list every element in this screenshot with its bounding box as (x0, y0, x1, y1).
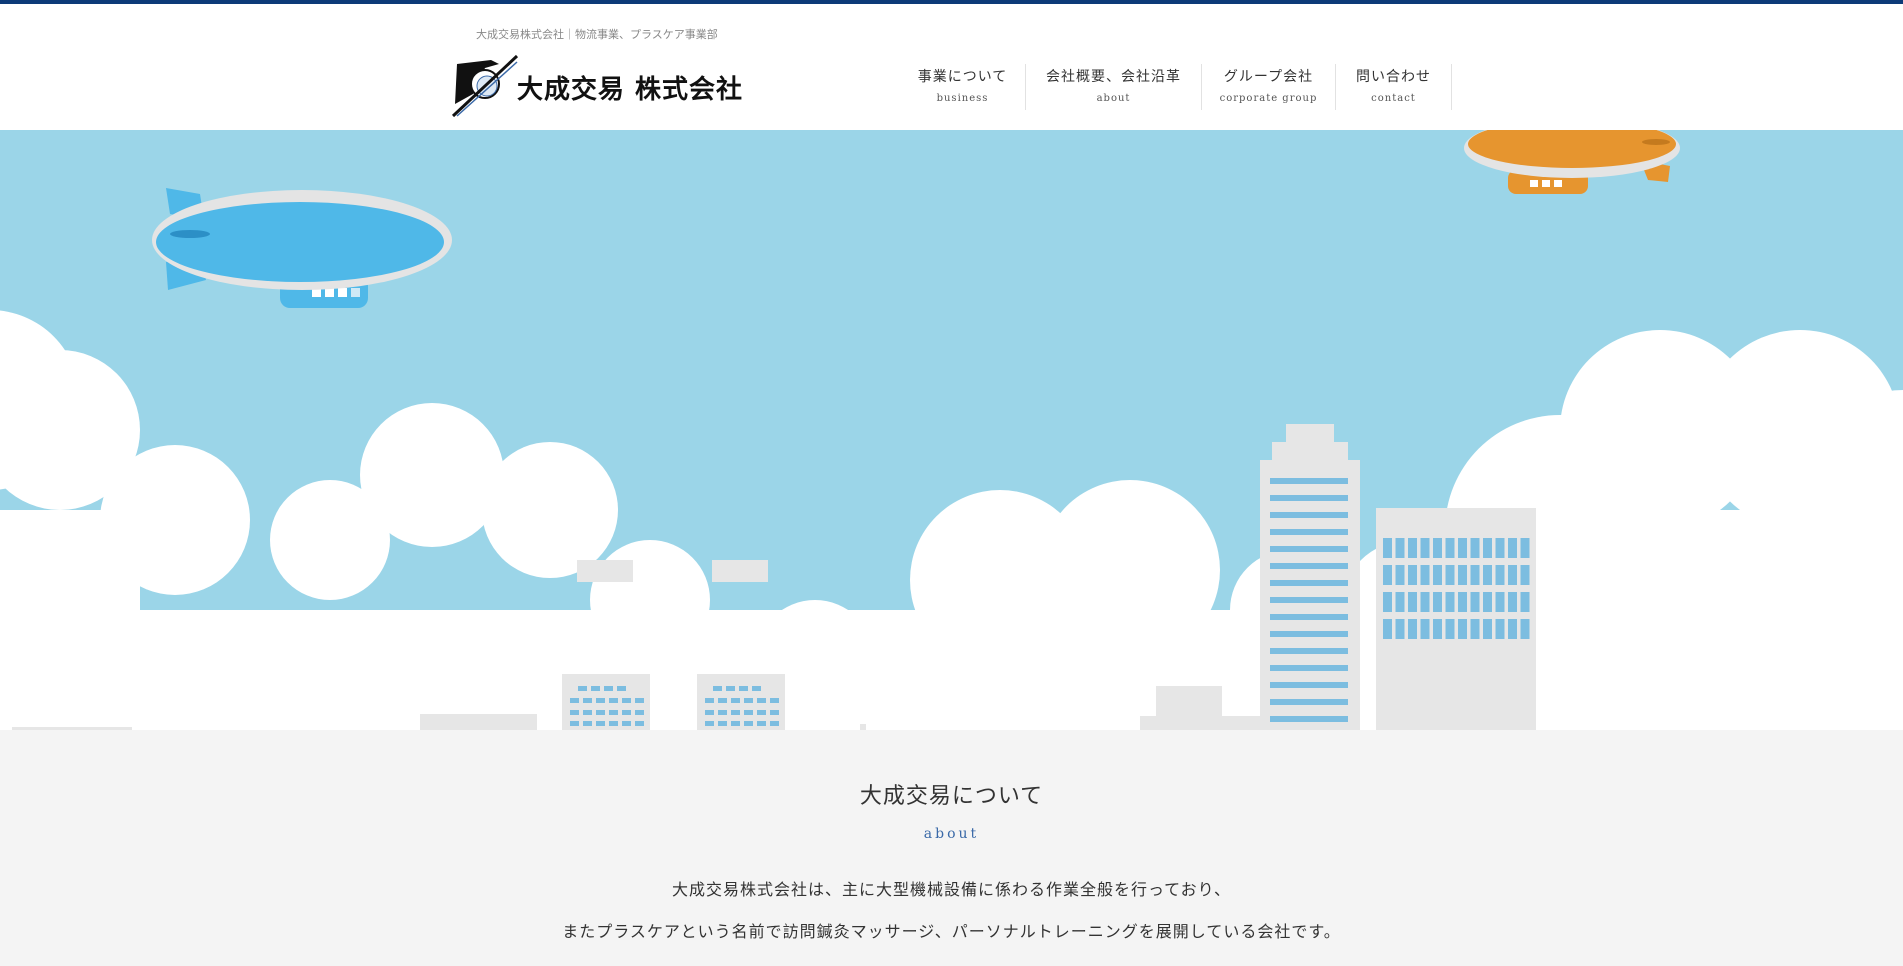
company-logo[interactable]: 大成交易 株式会社 (451, 54, 751, 118)
hero-illustration (0, 130, 1903, 730)
main-nav: 事業について business 会社概要、会社沿革 about グループ会社 c… (900, 64, 1452, 114)
nav-item-business[interactable]: 事業について business (900, 64, 1026, 110)
about-text-line: 大成交易株式会社は、主に大型機械設備に係わる作業全般を行っており、 (671, 880, 1232, 899)
orange-blimp-icon (1464, 130, 1680, 194)
nav-label-en: corporate group (1219, 93, 1318, 104)
header-tagline: 大成交易株式会社｜物流事業、プラスケア事業部 (476, 28, 718, 41)
site-header: 大成交易株式会社｜物流事業、プラスケア事業部 大成交易 株式会社 事業について … (0, 4, 1903, 130)
logo-mark-icon (451, 54, 519, 118)
nav-item-corporate-group[interactable]: グループ会社 corporate group (1202, 64, 1336, 110)
sky-scene (0, 130, 1903, 730)
nav-label-jp: 会社概要、会社沿革 (1046, 69, 1181, 85)
nav-item-about[interactable]: 会社概要、会社沿革 about (1026, 64, 1202, 110)
nav-label-en: business (936, 93, 989, 104)
clouds (0, 310, 1903, 730)
nav-label-en: contact (1371, 93, 1416, 104)
nav-label-jp: 問い合わせ (1356, 69, 1431, 85)
blue-blimp-icon (152, 188, 452, 308)
about-subtitle: about (923, 826, 980, 842)
about-section: 大成交易について about 大成交易株式会社は、主に大型機械設備に係わる作業全… (0, 730, 1903, 966)
nav-label-en: about (1096, 93, 1131, 104)
logo-text: 大成交易 株式会社 (517, 75, 744, 105)
about-title: 大成交易について (859, 784, 1044, 809)
nav-label-jp: グループ会社 (1223, 69, 1314, 85)
nav-label-jp: 事業について (917, 69, 1008, 85)
nav-item-contact[interactable]: 問い合わせ contact (1336, 64, 1452, 110)
about-text-line: またプラスケアという名前で訪問鍼灸マッサージ、パーソナルトレーニングを展開してい… (562, 922, 1341, 941)
